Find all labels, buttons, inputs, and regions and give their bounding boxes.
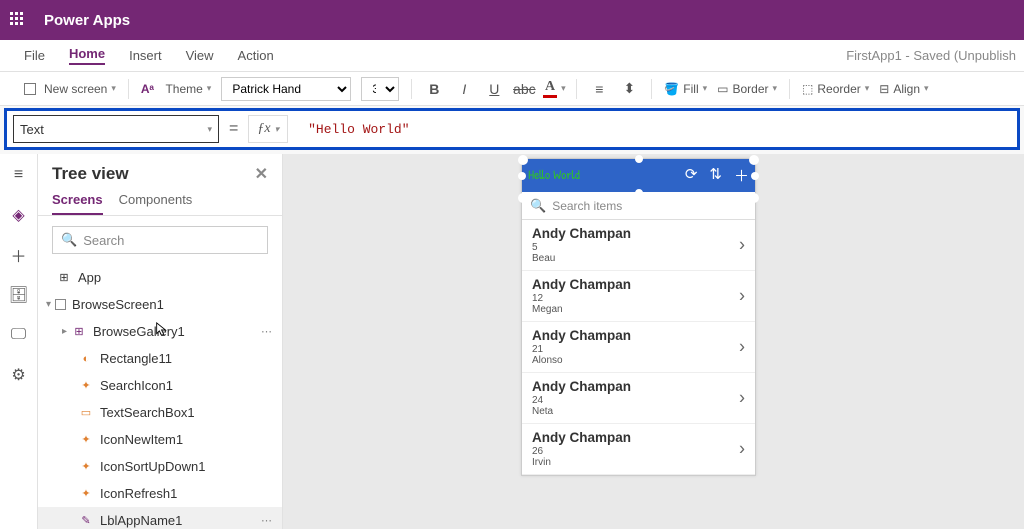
chevron-right-icon[interactable]: › [739,235,745,256]
theme-button[interactable]: Aᵃ Theme ▾ [141,82,211,96]
chevron-right-icon[interactable]: › [739,286,745,307]
tree-node-item[interactable]: ◐Rectangle11 [38,345,282,372]
font-selector[interactable]: Patrick Hand [221,77,351,101]
new-screen-button[interactable]: New screen ▾ [24,82,116,96]
more-icon[interactable]: ⋯ [261,325,274,338]
app-status: FirstApp1 - Saved (Unpublish [846,48,1016,63]
add-icon[interactable]: ＋ [734,165,749,186]
valign-button[interactable]: ⬍ [619,79,639,99]
menu-view[interactable]: View [186,48,214,63]
close-icon[interactable]: ✕ [255,164,268,184]
rail-data-icon[interactable]: 🗄 [8,284,30,306]
header-label[interactable]: Hello World [528,166,580,184]
list-item[interactable]: Andy Champan21Alonso› [522,322,755,373]
italic-button[interactable]: I [454,79,474,99]
app-name: Power Apps [44,12,130,29]
tree-title: Tree view [52,164,129,184]
app-header[interactable]: Hello World ⟳ ⇅ ＋ [522,159,755,192]
menu-home[interactable]: Home [69,46,105,65]
property-value: Text [20,122,44,137]
title-bar: Power Apps [0,0,1024,40]
chevron-right-icon[interactable]: › [739,439,745,460]
list-item[interactable]: Andy Champan26Irvin› [522,424,755,475]
menu-action[interactable]: Action [238,48,274,63]
formula-input[interactable]: "Hello World" [298,122,1011,137]
search-icon: 🔍 [61,232,77,248]
tree-node-item[interactable]: ▭TextSearchBox1 [38,399,282,426]
tab-screens[interactable]: Screens [52,192,103,215]
tree-node-app[interactable]: ⊞App [38,264,282,291]
fill-button[interactable]: 🪣 Fill ▾ [664,82,707,96]
rail-add-icon[interactable]: ＋ [8,244,30,266]
tree-node-item[interactable]: ✦SearchIcon1 [38,372,282,399]
list-item[interactable]: Andy Champan24Neta› [522,373,755,424]
list-item[interactable]: Andy Champan5Beau› [522,220,755,271]
menu-file[interactable]: File [24,48,45,63]
menu-insert[interactable]: Insert [129,48,162,63]
rail-advanced-icon[interactable]: ⚙ [8,364,30,386]
sort-icon[interactable]: ⇅ [709,165,722,186]
waffle-icon[interactable] [10,12,26,28]
equals-sign: = [229,120,238,138]
tree-panel: Tree view ✕ Screens Components 🔍 Search … [38,154,283,529]
strike-button[interactable]: abc [514,79,534,99]
formula-bar: Text ▾ = ƒx ▾ "Hello World" [4,108,1020,150]
tree-node-item-selected[interactable]: ✎LblAppName1⋯ [38,507,282,529]
chevron-right-icon[interactable]: › [739,388,745,409]
font-size-selector[interactable]: 36 [361,77,399,101]
align-button[interactable]: ⊟ Align ▾ [879,82,928,96]
fx-button[interactable]: ƒx ▾ [248,115,288,143]
rail-hamburger-icon[interactable]: ≡ [8,164,30,186]
tree-search[interactable]: 🔍 Search [52,226,268,254]
property-selector[interactable]: Text ▾ [13,115,219,143]
refresh-icon[interactable]: ⟳ [685,165,698,186]
chevron-right-icon[interactable]: › [739,337,745,358]
tree-node-item[interactable]: ✦IconRefresh1 [38,480,282,507]
tree-node-item[interactable]: ✦IconSortUpDown1 [38,453,282,480]
more-icon[interactable]: ⋯ [261,514,274,527]
align-text-button[interactable]: ≡ [589,79,609,99]
phone-preview: Hello World ⟳ ⇅ ＋ 🔍 Search items Andy Ch… [521,158,756,476]
rail-tree-icon[interactable]: ◈ [8,204,30,226]
rail-media-icon[interactable]: 🖵 [8,324,30,346]
tree-node-screen[interactable]: ▾BrowseScreen1 [38,291,282,318]
ribbon: New screen ▾ Aᵃ Theme ▾ Patrick Hand 36 … [0,72,1024,106]
tab-components[interactable]: Components [119,192,193,215]
search-placeholder: Search [83,233,124,248]
menu-bar: File Home Insert View Action FirstApp1 -… [0,40,1024,72]
canvas[interactable]: Hello World ⟳ ⇅ ＋ 🔍 Search items Andy Ch… [283,154,1024,529]
underline-button[interactable]: U [484,79,504,99]
font-color-button[interactable]: A▾ [544,79,564,99]
chevron-down-icon: ▾ [207,124,212,135]
search-icon: 🔍 [530,198,546,214]
bold-button[interactable]: B [424,79,444,99]
left-rail: ≡ ◈ ＋ 🗄 🖵 ⚙ [0,154,38,529]
tree-node-item[interactable]: ✦IconNewItem1 [38,426,282,453]
list-item[interactable]: Andy Champan12Megan› [522,271,755,322]
tree-node-gallery[interactable]: ▸⊞BrowseGallery1⋯ [38,318,282,345]
reorder-button[interactable]: ⬚ Reorder ▾ [802,82,869,96]
border-button[interactable]: ▭ Border ▾ [717,82,777,96]
search-placeholder: Search items [552,199,622,213]
